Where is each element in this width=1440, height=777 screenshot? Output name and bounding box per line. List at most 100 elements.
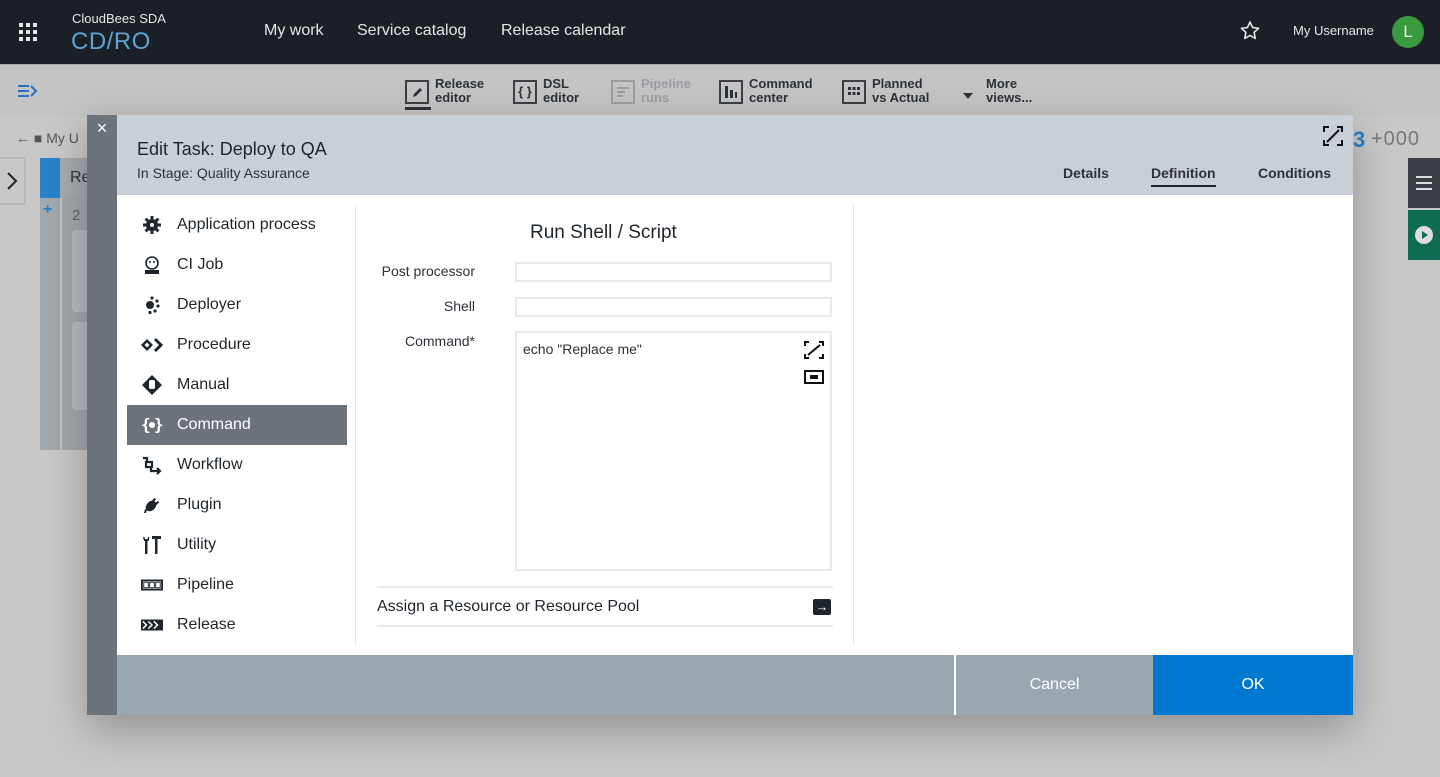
column-divider bbox=[60, 198, 62, 450]
column-divider bbox=[853, 205, 854, 645]
task-count: 2 bbox=[72, 207, 81, 224]
task-type-ci-job[interactable]: CI Job bbox=[127, 245, 347, 285]
username-label[interactable]: My Username bbox=[1293, 23, 1374, 38]
breadcrumb-text: My U bbox=[46, 130, 79, 146]
modal-body: Application process CI Job Deployer Proc… bbox=[117, 195, 1353, 655]
modal-title: Edit Task: Deploy to QA bbox=[137, 139, 327, 159]
grid-icon bbox=[842, 80, 866, 104]
task-type-label: CI Job bbox=[177, 256, 224, 273]
release-icon bbox=[141, 614, 163, 636]
list-icon bbox=[611, 80, 635, 104]
tab-details[interactable]: Details bbox=[1063, 165, 1109, 181]
close-icon[interactable]: × bbox=[94, 119, 110, 137]
caret-down-icon bbox=[962, 87, 978, 105]
post-processor-input[interactable] bbox=[515, 262, 832, 282]
task-type-deployer[interactable]: Deployer bbox=[127, 285, 347, 325]
expand-panel-button[interactable] bbox=[0, 157, 26, 205]
star-icon[interactable] bbox=[1238, 19, 1262, 43]
view-label: DSL editor bbox=[543, 76, 580, 105]
breadcrumb[interactable]: ← ■ My U bbox=[16, 130, 79, 146]
shell-input[interactable] bbox=[515, 297, 832, 317]
pipeline-icon bbox=[141, 574, 163, 596]
shell-label: Shell bbox=[443, 298, 475, 314]
task-type-release[interactable]: Release bbox=[127, 605, 347, 645]
modal-header: Edit Task: Deploy to QA In Stage: Qualit… bbox=[117, 115, 1353, 195]
menu-toggle-icon[interactable] bbox=[18, 83, 38, 99]
task-type-manual[interactable]: Manual bbox=[127, 365, 347, 405]
tools-icon bbox=[141, 534, 163, 556]
cancel-button[interactable]: Cancel bbox=[954, 655, 1153, 715]
workflow-icon bbox=[141, 454, 163, 476]
top-navigation-bar: CloudBees SDA CD/RO My work Service cata… bbox=[0, 0, 1440, 64]
view-command-center[interactable]: Command center bbox=[719, 77, 813, 105]
tab-definition[interactable]: Definition bbox=[1151, 165, 1216, 187]
view-label: Release editor bbox=[435, 76, 485, 105]
stage-number: 3 bbox=[1353, 127, 1366, 152]
arrow-right-icon[interactable]: → bbox=[813, 598, 831, 615]
view-pipeline-runs: Pipeline runs bbox=[611, 77, 691, 105]
view-label: Pipeline runs bbox=[641, 76, 691, 105]
task-type-label: Plugin bbox=[177, 496, 222, 513]
view-label: Planned vs Actual bbox=[872, 76, 930, 105]
view-label: More views... bbox=[986, 76, 1033, 105]
apps-grid-icon[interactable] bbox=[19, 23, 37, 41]
post-processor-label: Post processor bbox=[381, 263, 475, 279]
assign-resource-row[interactable]: Assign a Resource or Resource Pool → bbox=[377, 586, 833, 627]
tab-conditions[interactable]: Conditions bbox=[1258, 165, 1331, 181]
hand-icon bbox=[141, 374, 163, 396]
pencil-icon bbox=[405, 80, 429, 104]
view-planned-vs-actual[interactable]: Planned vs Actual bbox=[842, 77, 929, 105]
view-release-editor[interactable]: Release editor bbox=[405, 76, 485, 110]
brand-product-name: CloudBees SDA bbox=[72, 11, 166, 26]
command-label: Command* bbox=[404, 333, 475, 349]
task-type-label: Procedure bbox=[177, 336, 251, 353]
stage-color-bar bbox=[40, 158, 60, 198]
task-type-list: Application process CI Job Deployer Proc… bbox=[127, 205, 347, 645]
view-label: Command center bbox=[749, 76, 813, 105]
assign-resource-label: Assign a Resource or Resource Pool bbox=[377, 597, 640, 615]
jenkins-icon bbox=[141, 254, 163, 276]
nav-my-work[interactable]: My work bbox=[264, 22, 324, 40]
fit-content-icon[interactable] bbox=[804, 369, 824, 385]
svg-text:}: } bbox=[154, 415, 163, 434]
task-type-label: Release bbox=[177, 616, 236, 633]
add-task-icon[interactable]: + bbox=[43, 201, 52, 219]
command-textarea[interactable]: echo "Replace me" bbox=[515, 331, 832, 571]
modal-side-strip bbox=[87, 115, 117, 715]
braces-icon: { } bbox=[513, 80, 537, 104]
side-menu-button[interactable] bbox=[1408, 158, 1440, 208]
task-type-workflow[interactable]: Workflow bbox=[127, 445, 347, 485]
task-type-plugin[interactable]: Plugin bbox=[127, 485, 347, 525]
bar-chart-icon bbox=[719, 80, 743, 104]
view-toolbar: Release editor { } DSL editor Pipeline r… bbox=[0, 64, 1440, 116]
side-run-button[interactable] bbox=[1408, 210, 1440, 260]
task-type-command[interactable]: {} Command bbox=[127, 405, 347, 445]
ok-button[interactable]: OK bbox=[1153, 655, 1353, 715]
command-icon: {} bbox=[141, 414, 163, 436]
maximize-icon[interactable] bbox=[1323, 126, 1343, 146]
task-type-label: Manual bbox=[177, 376, 230, 393]
nav-service-catalog[interactable]: Service catalog bbox=[357, 22, 466, 40]
form-title: Run Shell / Script bbox=[530, 222, 677, 243]
task-type-label: Command bbox=[177, 416, 251, 433]
expand-editor-icon[interactable] bbox=[804, 341, 824, 359]
command-text: echo "Replace me" bbox=[523, 341, 642, 357]
nav-release-calendar[interactable]: Release calendar bbox=[501, 22, 626, 40]
view-more-views[interactable]: More views... bbox=[962, 77, 1032, 105]
plug-icon bbox=[141, 494, 163, 516]
task-type-pipeline[interactable]: Pipeline bbox=[127, 565, 347, 605]
procedure-icon bbox=[141, 334, 163, 356]
task-type-label: Pipeline bbox=[177, 576, 234, 593]
gear-icon bbox=[141, 214, 163, 236]
task-type-procedure[interactable]: Procedure bbox=[127, 325, 347, 365]
task-type-utility[interactable]: Utility bbox=[127, 525, 347, 565]
avatar[interactable]: L bbox=[1392, 16, 1424, 48]
task-type-label: Deployer bbox=[177, 296, 242, 313]
task-type-label: Workflow bbox=[177, 456, 243, 473]
task-type-label: Utility bbox=[177, 536, 217, 553]
view-dsl-editor[interactable]: { } DSL editor bbox=[513, 77, 579, 105]
brand-logo-text[interactable]: CD/RO bbox=[71, 28, 151, 56]
task-type-application-process[interactable]: Application process bbox=[127, 205, 347, 245]
modal-footer: Cancel OK bbox=[117, 655, 1353, 715]
more-stages-indicator: +000 bbox=[1371, 128, 1421, 150]
